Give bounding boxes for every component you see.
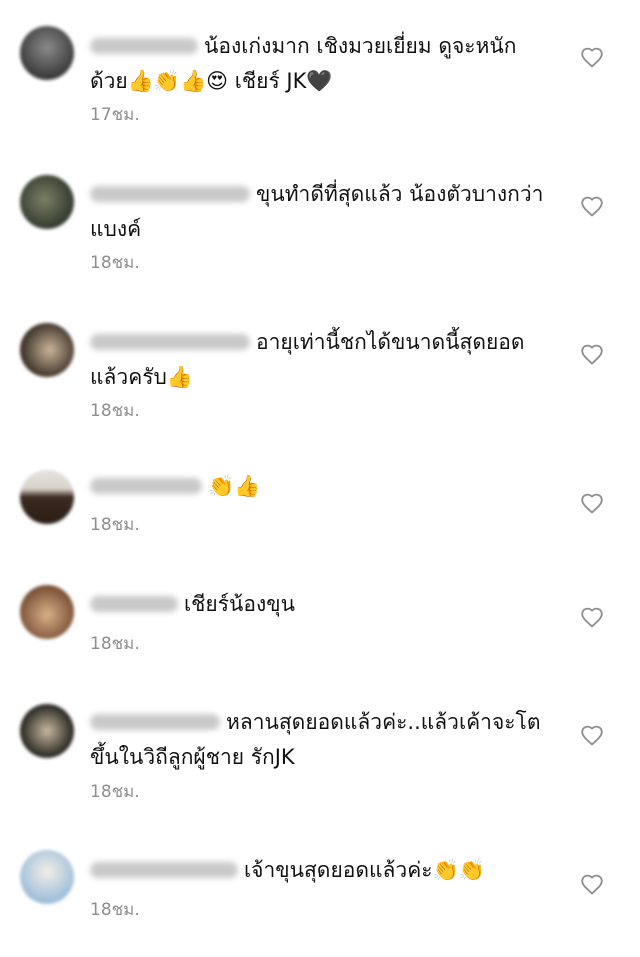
comment-timestamp: 18ชม.	[90, 782, 140, 802]
comment-text: เชียร์น้องขุน	[184, 592, 295, 616]
username[interactable]: kritsnur95	[90, 38, 198, 54]
comment-text: 👏👍	[208, 474, 261, 498]
avatar[interactable]	[20, 26, 74, 80]
username[interactable]: heinsaane	[90, 478, 202, 494]
avatar[interactable]	[20, 704, 74, 758]
avatar[interactable]	[20, 323, 74, 377]
heart-outline-icon	[580, 606, 604, 628]
username[interactable]: lattapha_mum	[90, 862, 238, 878]
comment-timestamp: 18ชม.	[90, 253, 140, 273]
avatar[interactable]	[20, 175, 74, 229]
like-button[interactable]	[580, 724, 604, 746]
avatar[interactable]	[20, 470, 74, 524]
comment-timestamp: 18ชม.	[90, 401, 140, 421]
comment-text: เจ้าขุนสุดยอดแล้วค่ะ👏👏	[244, 858, 485, 882]
like-button[interactable]	[580, 873, 604, 895]
heart-outline-icon	[580, 492, 604, 514]
heart-outline-icon	[580, 343, 604, 365]
like-button[interactable]	[580, 46, 604, 68]
like-button[interactable]	[580, 606, 604, 628]
heart-outline-icon	[580, 195, 604, 217]
like-button[interactable]	[580, 195, 604, 217]
heart-outline-icon	[580, 873, 604, 895]
username[interactable]: jaccy_sirakarn	[90, 186, 250, 202]
heart-outline-icon	[580, 46, 604, 68]
avatar[interactable]	[20, 585, 74, 639]
username[interactable]: sa_sopmantco	[90, 714, 220, 730]
avatar[interactable]	[20, 850, 74, 904]
comment-timestamp: 18ชม.	[90, 515, 140, 535]
comment-timestamp: 18ชม.	[90, 634, 140, 654]
username[interactable]: eer_nee	[90, 596, 178, 612]
comment-timestamp: 17ชม.	[90, 105, 140, 125]
comment-timestamp: 18ชม.	[90, 900, 140, 920]
like-button[interactable]	[580, 343, 604, 365]
heart-outline-icon	[580, 724, 604, 746]
comment-list: kritsnur95น้องเก่งมาก เชิงมวยเยี่ยม ดูจะ…	[0, 0, 640, 957]
username[interactable]: ohs_pakpoom	[90, 334, 250, 350]
like-button[interactable]	[580, 492, 604, 514]
